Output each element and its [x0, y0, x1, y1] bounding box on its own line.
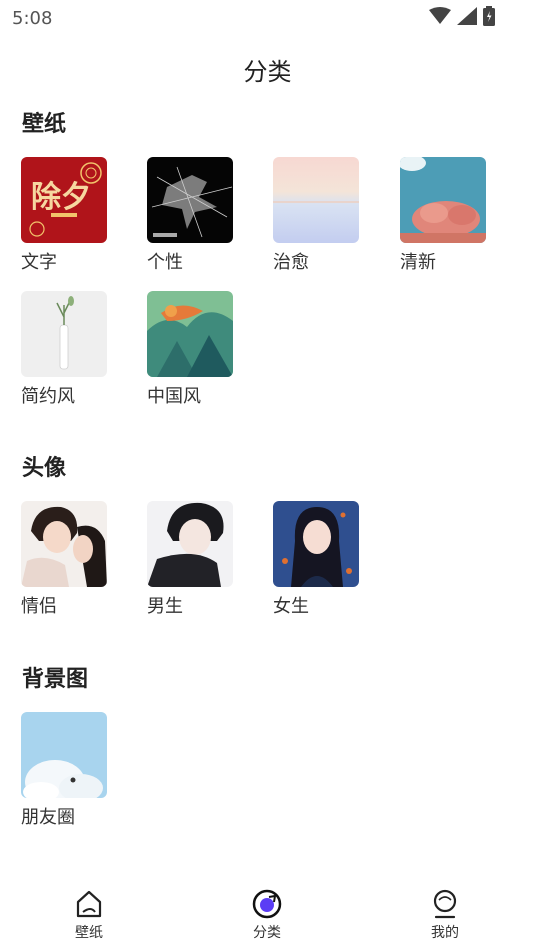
category-item-text[interactable]: 除夕 文字	[21, 157, 107, 274]
tab-label: 我的	[431, 925, 459, 941]
tab-wallpaper[interactable]: 壁纸	[49, 888, 129, 942]
category-label: 中国风	[147, 386, 201, 407]
bottom-tab-bar: 壁纸 分类 我的	[0, 881, 535, 951]
thumbnail-text: 除夕	[21, 157, 107, 243]
category-item-personality[interactable]: 个性	[147, 157, 233, 274]
thumbnail-chinese-style	[147, 291, 233, 377]
category-label: 朋友圈	[21, 807, 75, 828]
battery-icon	[483, 6, 495, 26]
thumbnail-couple	[21, 501, 107, 587]
category-label: 清新	[400, 252, 436, 273]
category-item-girls[interactable]: 女生	[273, 501, 359, 618]
section-title-avatar: 头像	[22, 456, 67, 481]
category-label: 女生	[273, 596, 309, 617]
category-item-moments[interactable]: 朋友圈	[21, 712, 107, 829]
status-icons	[429, 6, 495, 26]
category-label: 个性	[147, 252, 183, 273]
category-item-healing[interactable]: 治愈	[273, 157, 359, 274]
status-bar: 5:08	[0, 0, 535, 36]
thumbnail-moments	[21, 712, 107, 798]
profile-icon	[433, 889, 457, 919]
thumbnail-minimal	[21, 291, 107, 377]
wallpaper-icon	[76, 890, 102, 918]
tab-profile[interactable]: 我的	[405, 888, 485, 942]
category-label: 简约风	[21, 386, 75, 407]
category-label: 男生	[147, 596, 183, 617]
thumbnail-fresh	[400, 157, 486, 243]
tab-label: 壁纸	[75, 925, 103, 941]
category-label: 情侣	[21, 596, 57, 617]
thumbnail-personality	[147, 157, 233, 243]
thumbnail-boys	[147, 501, 233, 587]
status-time: 5:08	[12, 8, 53, 29]
tab-category[interactable]: 分类	[227, 888, 307, 942]
page-title: 分类	[243, 58, 292, 86]
tab-label: 分类	[253, 925, 281, 941]
wifi-icon	[429, 7, 451, 24]
thumbnail-healing	[273, 157, 359, 243]
category-item-minimal[interactable]: 简约风	[21, 291, 107, 408]
category-icon	[252, 889, 282, 919]
thumb-text: 除夕	[31, 180, 91, 215]
section-title-wallpaper: 壁纸	[22, 112, 67, 137]
section-title-background: 背景图	[22, 667, 89, 692]
category-item-chinese-style[interactable]: 中国风	[147, 291, 233, 408]
category-label: 治愈	[273, 252, 309, 273]
category-label: 文字	[21, 252, 57, 273]
category-item-boys[interactable]: 男生	[147, 501, 233, 618]
category-item-couple[interactable]: 情侣	[21, 501, 107, 618]
category-item-fresh[interactable]: 清新	[400, 157, 486, 274]
signal-icon	[457, 7, 477, 25]
thumbnail-girls	[273, 501, 359, 587]
